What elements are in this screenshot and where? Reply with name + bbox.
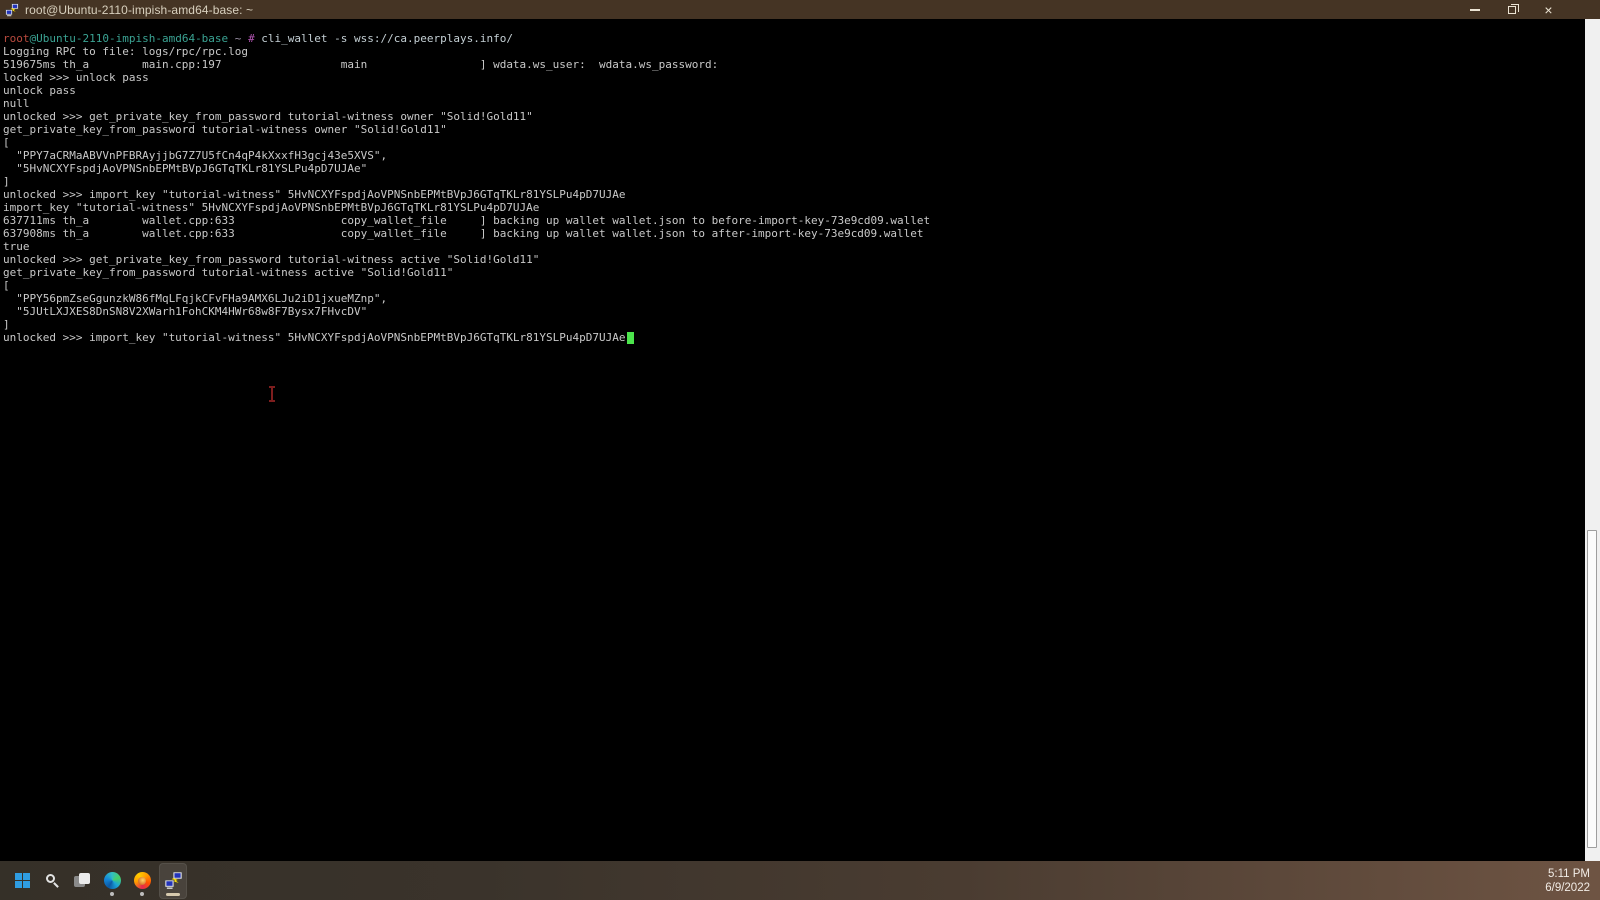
start-button[interactable]	[9, 863, 35, 899]
terminal-line: ]	[3, 175, 10, 188]
terminal-line: unlocked >>> get_private_key_from_passwo…	[3, 253, 540, 266]
search-icon	[44, 873, 60, 889]
desktop: root@Ubuntu-2110-impish-amd64-base: ~ × …	[0, 0, 1600, 900]
terminal-line: root@Ubuntu-2110-impish-amd64-base ~ # c…	[3, 32, 513, 45]
taskbar-edge-button[interactable]	[99, 863, 125, 899]
terminal[interactable]: root@Ubuntu-2110-impish-amd64-base ~ # c…	[0, 19, 1585, 861]
taskbar-clock[interactable]: 5:11 PM 6/9/2022	[1545, 867, 1590, 895]
terminal-line: [	[3, 279, 10, 292]
mouse-ibeam-cursor	[268, 386, 276, 402]
putty-icon	[164, 871, 182, 889]
terminal-line: unlocked >>> import_key "tutorial-witnes…	[3, 331, 1585, 344]
terminal-lines: root@Ubuntu-2110-impish-amd64-base ~ # c…	[3, 32, 1585, 344]
close-button[interactable]: ×	[1530, 0, 1567, 19]
terminal-line: "PPY56pmZseGgunzkW86fMqLFqjkCFvFHa9AMX6L…	[3, 292, 388, 305]
terminal-line: locked >>> unlock pass	[3, 71, 149, 84]
terminal-line: 637908ms th_a wallet.cpp:633 copy_wallet…	[3, 227, 924, 240]
terminal-line: "5HvNCXYFspdjAoVPNSnbEPMtBVpJ6GTqTKLr81Y…	[3, 162, 368, 175]
taskbar-firefox-button[interactable]	[129, 863, 155, 899]
close-icon: ×	[1544, 1, 1553, 18]
terminal-line: unlock pass	[3, 84, 76, 97]
firefox-running-indicator	[140, 891, 144, 896]
terminal-scrollbar[interactable]	[1585, 19, 1600, 861]
firefox-icon	[133, 872, 151, 889]
task-view-icon	[74, 872, 90, 889]
putty-active-indicator	[166, 892, 180, 896]
windows-start-icon	[14, 873, 30, 888]
scrollbar-thumb[interactable]	[1587, 530, 1597, 848]
terminal-line: null	[3, 97, 30, 110]
window-title: root@Ubuntu-2110-impish-amd64-base: ~	[25, 2, 254, 17]
terminal-line: ]	[3, 318, 10, 331]
clock-date: 6/9/2022	[1545, 881, 1590, 894]
minimize-button[interactable]	[1456, 0, 1493, 19]
task-view-button[interactable]	[69, 863, 95, 899]
taskbar: 5:11 PM 6/9/2022	[0, 861, 1600, 900]
terminal-line: Logging RPC to file: logs/rpc/rpc.log	[3, 45, 249, 58]
putty-window-icon	[5, 2, 19, 16]
maximize-button[interactable]	[1493, 0, 1530, 19]
terminal-line: 519675ms th_a main.cpp:197 main ] wdata.…	[3, 58, 719, 71]
terminal-line: "PPY7aCRMaABVVnPFBRAyjjbG7Z7U5fCn4qP4kXx…	[3, 149, 388, 162]
terminal-line: get_private_key_from_password tutorial-w…	[3, 123, 447, 136]
edge-running-indicator	[110, 891, 114, 896]
minimize-icon	[1469, 8, 1480, 11]
taskbar-search-button[interactable]	[39, 863, 65, 899]
terminal-line: [	[3, 136, 10, 149]
taskbar-putty-button[interactable]	[159, 862, 187, 899]
terminal-line: "5JUtLXJXES8DnSN8V2XWarh1FohCKM4HWr68w8F…	[3, 305, 368, 318]
terminal-line: get_private_key_from_password tutorial-w…	[3, 266, 454, 279]
window-titlebar[interactable]: root@Ubuntu-2110-impish-amd64-base: ~ ×	[0, 0, 1600, 19]
terminal-line: unlocked >>> import_key "tutorial-witnes…	[3, 188, 626, 201]
edge-icon	[103, 872, 121, 889]
clock-time: 5:11 PM	[1548, 867, 1590, 880]
terminal-line: import_key "tutorial-witness" 5HvNCXYFsp…	[3, 201, 540, 214]
terminal-block-cursor	[626, 332, 634, 344]
terminal-line: 637711ms th_a wallet.cpp:633 copy_wallet…	[3, 214, 931, 227]
terminal-line: unlocked >>> get_private_key_from_passwo…	[3, 110, 533, 123]
restore-icon	[1507, 3, 1519, 14]
terminal-line: true	[3, 240, 30, 253]
